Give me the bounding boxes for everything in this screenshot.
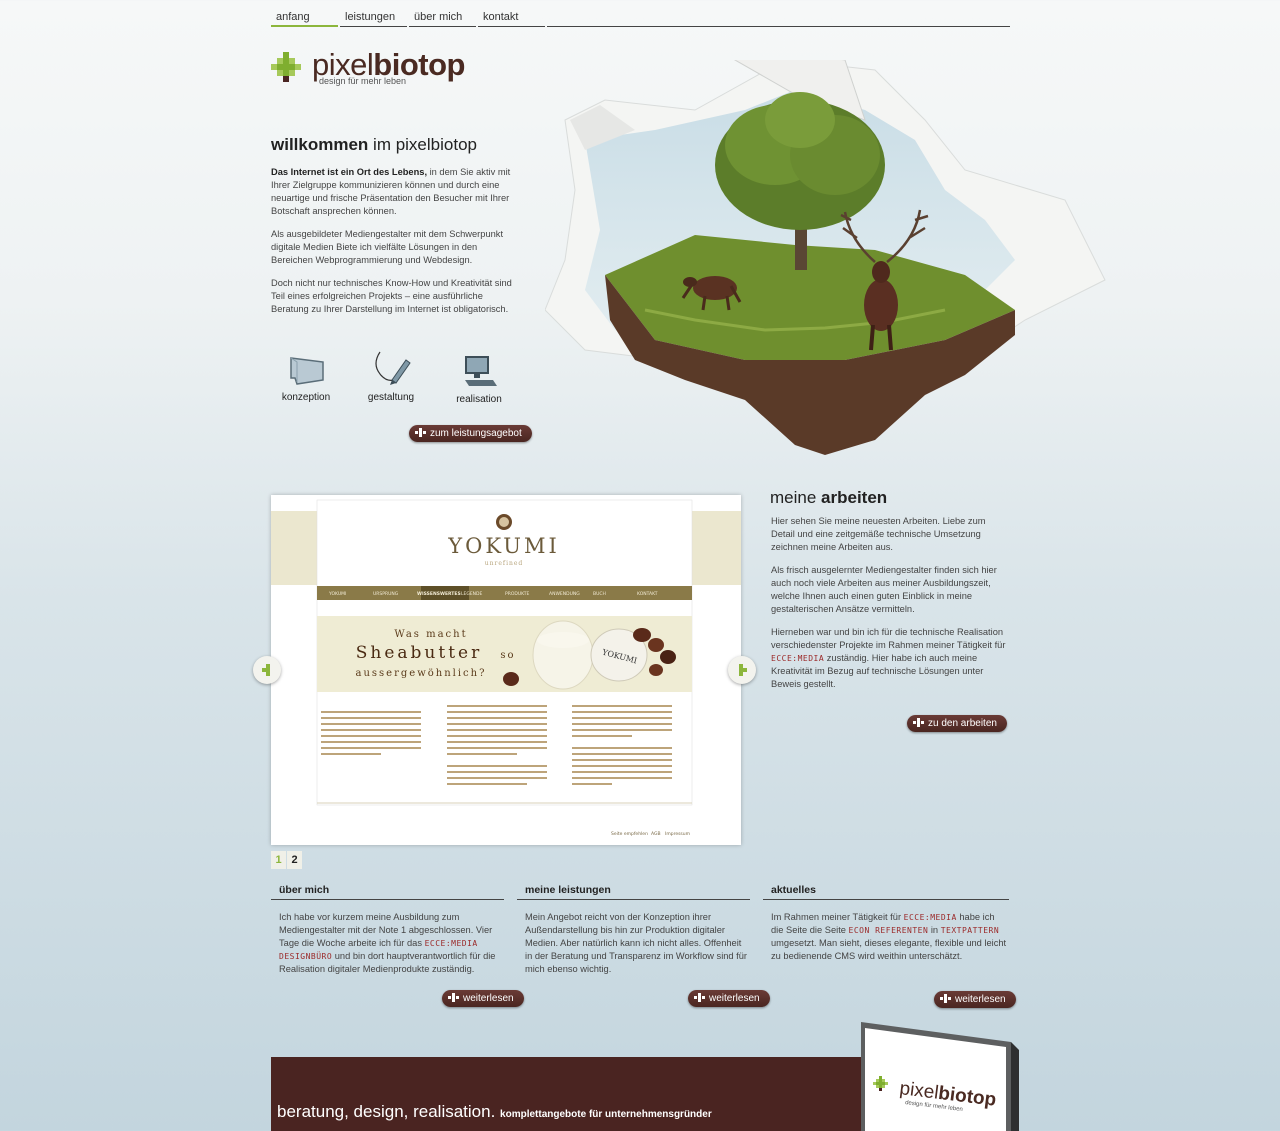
yokumi-menu-item: URSPRUNG — [373, 591, 399, 597]
welcome-text: Das Internet ist ein Ort des Lebens, in … — [271, 166, 513, 326]
textpattern-link[interactable]: TEXTPATTERN — [941, 926, 999, 935]
logo-tagline: design für mehr leben — [319, 76, 407, 86]
column-title: meine leistungen — [517, 882, 750, 900]
next-arrow-icon — [739, 664, 747, 676]
service-label: konzeption — [281, 392, 331, 403]
column-aktuelles: aktuelles Im Rahmen meiner Tätigkeit für… — [763, 882, 1009, 963]
works-paragraph: Hierneben war und bin ich für die techni… — [771, 627, 1006, 689]
service-label: realisation — [456, 394, 502, 405]
portfolio-prev-button[interactable] — [253, 656, 281, 684]
speech-bubble-icon — [290, 357, 324, 385]
nav-item-anfang[interactable]: anfang — [271, 10, 338, 27]
welcome-heading: willkommen im pixelbiotop — [271, 135, 477, 154]
logo-pixel-mark-icon — [271, 52, 302, 85]
yokumi-menu-item: ANWENDUNG — [549, 591, 580, 597]
yokumi-menu-item: WISSENSWERTES — [417, 591, 461, 597]
read-more-button[interactable]: weiterlesen — [934, 991, 1016, 1008]
yokumi-headline-3: aussergewöhnlich? — [356, 668, 487, 679]
page-2[interactable]: 2 — [287, 851, 302, 869]
works-paragraph: Hier sehen Sie meine neuesten Arbeiten. … — [771, 516, 986, 552]
services-icons: konzeption gestaltung realisation — [276, 351, 516, 409]
yokumi-brand-text: YOKUMI — [447, 534, 560, 558]
product-box-image: pixelbiotop design für mehr leben pixelb… — [830, 1022, 1021, 1131]
portfolio-next-button[interactable] — [728, 656, 756, 684]
yokumi-headline-2b: so — [500, 650, 515, 661]
yokumi-menu-item: PRODUKTE — [505, 591, 529, 597]
service-konzeption[interactable]: konzeption — [276, 354, 336, 403]
portfolio-screenshot[interactable]: YOKUMI unrefined YOKUMI URSPRUNG WISSENSWE… — [271, 495, 741, 845]
yokumi-menu-item: LEGENDE — [461, 591, 483, 597]
yokumi-footer-link: Seite empfehlen — [611, 831, 648, 837]
column-leistungen: meine leistungen Mein Angebot reicht von… — [517, 882, 750, 976]
column-body: Ich habe vor kurzem meine Ausbildung zum… — [279, 912, 496, 974]
service-label: gestaltung — [367, 392, 415, 403]
main-nav: anfang leistungen über mich kontakt — [271, 10, 1010, 27]
plus-pixel-icon — [694, 993, 705, 1002]
yokumi-footer-link: AGB — [651, 831, 661, 837]
nav-item-kontakt[interactable]: kontakt — [478, 10, 545, 27]
prev-arrow-icon — [262, 664, 270, 676]
service-realisation[interactable]: realisation — [448, 354, 510, 405]
yokumi-menu-item: BUCH — [593, 591, 606, 597]
yokumi-headline-1: Was macht — [394, 629, 467, 640]
software-box-illustration: pixelbiotop design für mehr leben pixelb… — [830, 1022, 1019, 1131]
column-body: Mein Angebot reicht von der Konzeption i… — [525, 912, 748, 974]
welcome-paragraph: Als ausgebildeter Mediengestalter mit de… — [271, 229, 504, 265]
read-more-button[interactable]: weiterlesen — [688, 990, 770, 1007]
page-1[interactable]: 1 — [271, 851, 286, 869]
column-body: Im Rahmen meiner Tätigkeit für ECCE:MEDI… — [771, 912, 1007, 961]
column-title: über mich — [271, 882, 504, 900]
plus-pixel-icon — [940, 994, 951, 1003]
works-heading: meine arbeiten — [770, 488, 888, 507]
service-gestaltung[interactable]: gestaltung — [361, 350, 421, 403]
hero-illustration — [544, 49, 1145, 480]
banner-text: beratung, design, realisation. kompletta… — [277, 1102, 712, 1121]
computer-icon — [465, 356, 497, 386]
works-button[interactable]: zu den arbeiten — [907, 715, 1007, 732]
yokumi-website-preview: YOKUMI unrefined YOKUMI URSPRUNG WISSENSWE… — [271, 495, 741, 845]
yokumi-menu-item: YOKUMI — [328, 591, 346, 597]
yokumi-menu-item: KONTAKT — [637, 591, 658, 597]
ecce-media-link[interactable]: ECCE:MEDIA — [771, 654, 824, 663]
plus-pixel-icon — [913, 718, 924, 727]
yokumi-brand-sub: unrefined — [485, 560, 524, 567]
plus-pixel-icon — [415, 428, 426, 437]
pen-tablet-icon — [375, 351, 411, 385]
portfolio-pagination: 1 2 — [271, 851, 303, 869]
nav-item-leistungen[interactable]: leistungen — [340, 10, 407, 27]
yokumi-footer-link: Impressum — [665, 831, 690, 837]
nav-item-ueber-mich[interactable]: über mich — [409, 10, 476, 27]
plus-pixel-icon — [448, 993, 459, 1002]
econ-referenten-link[interactable]: ECON REFERENTEN — [849, 926, 929, 935]
services-offer-button[interactable]: zum leistungsagebot — [409, 425, 532, 442]
yokumi-headline-2: Sheabutter — [356, 643, 482, 663]
nav-rule — [547, 10, 1010, 27]
torn-paper-island-image — [544, 49, 1106, 455]
footer-banner[interactable]: beratung, design, realisation. kompletta… — [271, 1057, 861, 1131]
welcome-paragraph: Das Internet ist ein Ort des Lebens, in … — [271, 167, 511, 216]
works-paragraph: Als frisch ausgelernter Mediengestalter … — [771, 565, 997, 614]
works-text: Hier sehen Sie meine neuesten Arbeiten. … — [771, 515, 1007, 701]
welcome-paragraph: Doch nicht nur technisches Know-How und … — [271, 278, 512, 314]
read-more-button[interactable]: weiterlesen — [442, 990, 524, 1007]
column-title: aktuelles — [763, 882, 1009, 900]
ecce-media-link[interactable]: ECCE:MEDIA — [904, 913, 957, 922]
column-ueber-mich: über mich Ich habe vor kurzem meine Ausb… — [271, 882, 504, 976]
site-logo[interactable]: pixelbiotop design für mehr leben — [271, 48, 465, 86]
